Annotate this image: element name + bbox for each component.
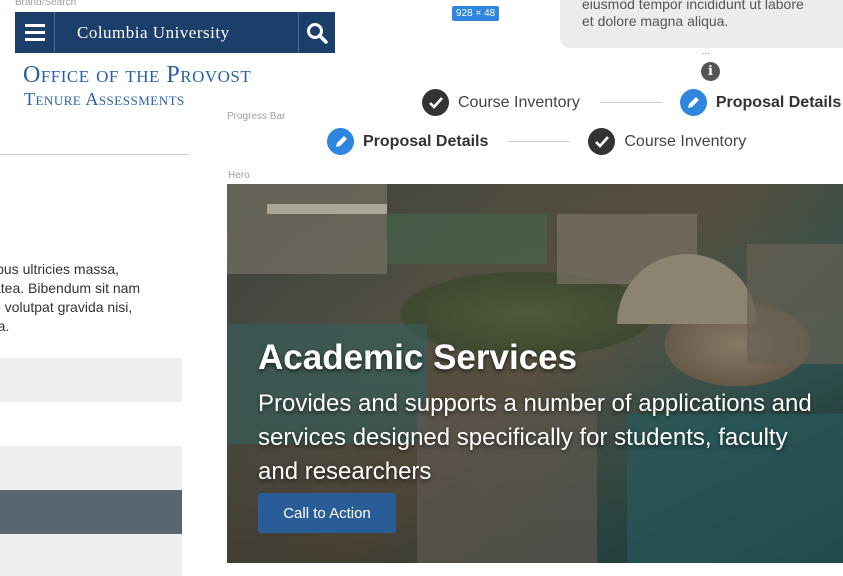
step-connector — [599, 102, 662, 103]
step-connector — [508, 141, 571, 142]
tooltip-ellipsis: ... — [702, 46, 710, 56]
university-name[interactable]: Columbia University — [77, 23, 230, 43]
search-button[interactable] — [298, 12, 335, 53]
step-active-pencil — [327, 128, 354, 155]
left-list-item[interactable] — [0, 534, 182, 576]
left-list-item-active[interactable] — [0, 490, 182, 534]
left-divider — [0, 154, 189, 155]
brand-search-annotation: Brand/Search — [15, 0, 77, 8]
dimension-badge: 928 × 48 — [452, 6, 500, 21]
progress-main-step-1[interactable]: Proposal Details — [363, 133, 488, 151]
hero-annotation: Hero — [228, 170, 250, 181]
office-subtitle: Tenure Assessments — [24, 89, 185, 109]
menu-button[interactable] — [15, 12, 55, 53]
progress-top: Course Inventory Proposal Details — [422, 89, 841, 116]
progress-top-step-2[interactable]: Proposal Details — [716, 94, 841, 112]
call-to-action-button[interactable]: Call to Action — [258, 493, 396, 533]
left-body-text: ibus ultricies massa, atea. Bibendum sit… — [0, 261, 141, 334]
tooltip-text: eiusmod tempor incididunt ut labore et d… — [582, 0, 804, 29]
menu-icon — [24, 24, 45, 27]
hero-description: Provides and supports a number of applic… — [258, 390, 812, 485]
progress-bar-annotation: Progress Bar — [227, 111, 286, 122]
progress-main-step-2[interactable]: Course Inventory — [624, 133, 746, 151]
hero-title: Academic Services — [258, 338, 578, 377]
office-title[interactable]: Office of the Provost — [23, 62, 251, 89]
search-icon — [307, 22, 328, 44]
brand-bar: Columbia University — [15, 12, 335, 53]
step-done-check — [422, 89, 449, 116]
step-active-pencil — [679, 89, 707, 116]
progress-top-step-1[interactable]: Course Inventory — [458, 94, 580, 112]
check-icon — [428, 96, 443, 109]
pencil-icon — [688, 96, 700, 108]
check-icon — [594, 135, 609, 148]
left-list-item[interactable] — [0, 358, 182, 402]
info-icon[interactable]: i — [701, 62, 720, 81]
pencil-icon — [335, 135, 347, 147]
step-done-check — [588, 128, 616, 155]
progress-main: Proposal Details Course Inventory — [327, 128, 746, 155]
left-list-item[interactable] — [0, 446, 182, 490]
